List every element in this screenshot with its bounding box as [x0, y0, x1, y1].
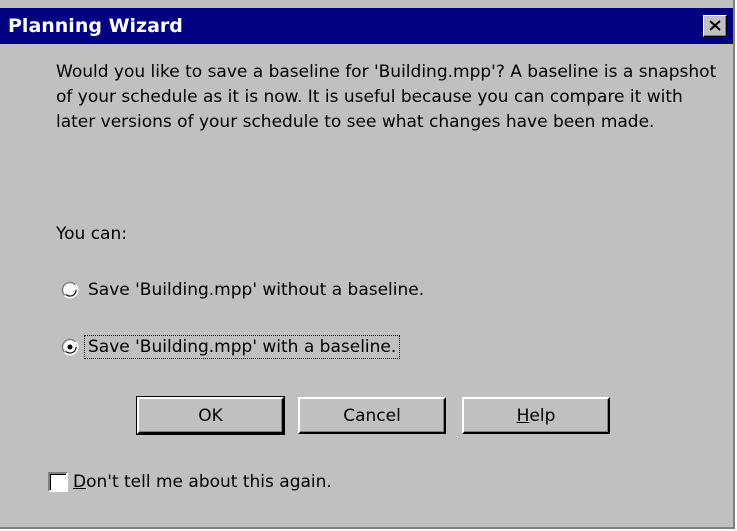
help-mnemonic: H: [516, 405, 530, 426]
title-bar[interactable]: Planning Wizard: [0, 8, 733, 44]
radio-save-with-baseline[interactable]: Save 'Building.mpp' with a baseline.: [61, 334, 401, 360]
dont-tell-again-checkbox[interactable]: [48, 472, 68, 492]
radio-label-with-baseline[interactable]: Save 'Building.mpp' with a baseline.: [84, 335, 401, 359]
close-button[interactable]: [703, 15, 727, 37]
planning-wizard-dialog: Planning Wizard Would you like to save a…: [0, 0, 735, 529]
message-text: Would you like to save a baseline for 'B…: [56, 62, 717, 132]
options-intro-label: You can:: [56, 224, 127, 244]
checkbox-mnemonic: D: [73, 472, 87, 492]
ok-button[interactable]: OK: [136, 396, 285, 435]
window-title: Planning Wizard: [8, 15, 183, 37]
cancel-button[interactable]: Cancel: [298, 397, 446, 434]
radio-save-without-baseline[interactable]: Save 'Building.mpp' without a baseline.: [61, 277, 428, 303]
radio-button-selected[interactable]: [61, 338, 79, 356]
close-icon: [709, 20, 721, 31]
dont-tell-again-checkbox-row[interactable]: Don't tell me about this again.: [48, 470, 332, 494]
checkbox-label-rest: on't tell me about this again.: [86, 472, 332, 492]
radio-label-without-baseline[interactable]: Save 'Building.mpp' without a baseline.: [84, 278, 428, 302]
radio-button-unselected[interactable]: [61, 281, 79, 299]
help-button[interactable]: Help: [462, 397, 610, 434]
help-label-rest: elp: [529, 405, 556, 426]
